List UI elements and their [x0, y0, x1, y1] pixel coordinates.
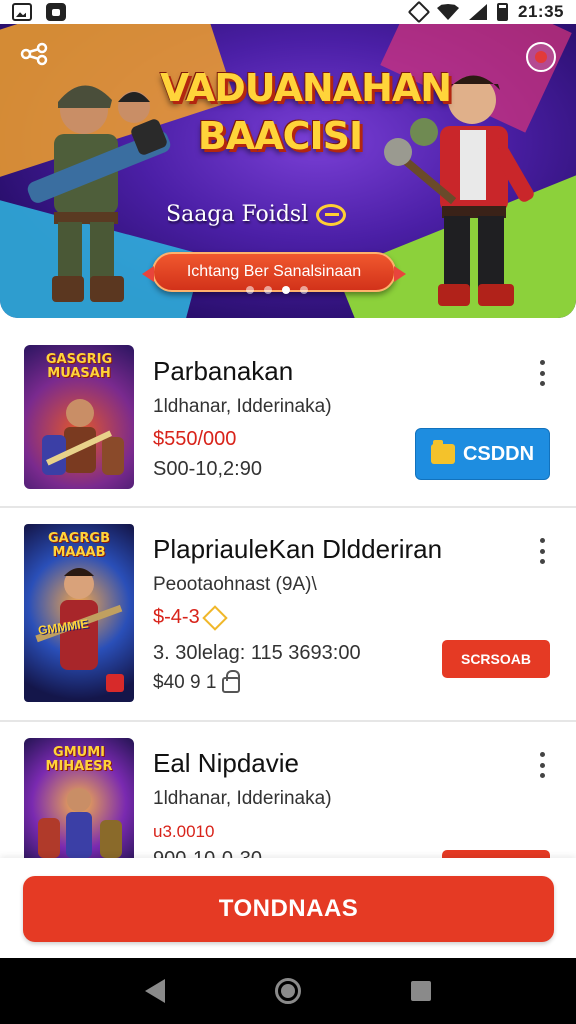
item-action-button[interactable]: CSDDN — [415, 428, 550, 480]
item-action-button[interactable]: SCRSOAB — [442, 640, 550, 678]
item-meta: Peootaohnast (9A)\ — [153, 574, 317, 595]
bottom-action-area: TONDNAAS — [0, 858, 576, 958]
list-item[interactable]: GMUMI MIHAESR Eal Nipdavie 1ldhanar, Idd… — [0, 722, 576, 858]
thumbnail-title: GASGRIG MUASAH — [45, 352, 113, 381]
item-title[interactable]: PlapriauleKan Dldderiran — [153, 534, 442, 565]
carousel-dot[interactable] — [246, 286, 254, 294]
promo-banner[interactable]: VADUANAHAN BAACISI Saaga Foidsl Ichtang … — [0, 24, 576, 318]
lock-icon — [222, 670, 241, 693]
game-thumbnail[interactable]: GAGRGB MAAAB GMMMIE — [24, 524, 134, 702]
item-action-button[interactable] — [442, 850, 550, 858]
carousel-dot-active[interactable] — [282, 286, 290, 294]
item-meta: 1ldhanar, Idderinaka) — [153, 396, 332, 417]
coin-icon — [201, 604, 228, 631]
item-title[interactable]: Eal Nipdavie — [153, 748, 299, 779]
banner-title: VADUANAHAN BAACISI — [160, 66, 452, 158]
list-item[interactable]: GAGRGB MAAAB GMMMIE PlapriauleKan Dldder… — [0, 508, 576, 720]
thumbnail-title: GMUMI MIHAESR — [45, 745, 113, 774]
banner-subtitle-text: Saaga Foidsl — [166, 202, 309, 227]
cat-app-icon — [46, 3, 66, 21]
arrow-circle-icon — [316, 203, 347, 226]
nav-recent-icon[interactable] — [411, 981, 431, 1001]
item-extra: $40 9 1 — [153, 670, 241, 694]
game-list: GASGRIG MUASAH Parbanakan 1ldhanar, Idde… — [0, 330, 576, 858]
kebab-menu-icon[interactable] — [536, 538, 548, 564]
carousel-dots — [246, 286, 308, 294]
nav-back-icon[interactable] — [145, 979, 165, 1003]
status-bar: 21:35 — [0, 0, 576, 24]
item-extra-text: $40 9 1 — [153, 672, 217, 693]
kebab-menu-icon[interactable] — [536, 752, 548, 778]
game-thumbnail[interactable]: GMUMI MIHAESR — [24, 738, 134, 858]
carousel-dot[interactable] — [300, 286, 308, 294]
game-thumbnail[interactable]: GASGRIG MUASAH — [24, 345, 134, 489]
photo-icon — [12, 3, 32, 21]
favorite-icon[interactable] — [526, 42, 556, 72]
item-title[interactable]: Parbanakan — [153, 356, 293, 387]
item-meta: 1ldhanar, Idderinaka) — [153, 788, 332, 809]
item-date: 3. 30lelag: 115 3693:00 — [153, 642, 361, 664]
banner-subtitle: Saaga Foidsl — [166, 202, 386, 227]
wifi-icon — [437, 4, 460, 20]
vibrate-icon — [407, 0, 431, 24]
item-price: $-4-3 — [153, 606, 200, 628]
nav-home-icon[interactable] — [275, 978, 301, 1004]
list-item[interactable]: GASGRIG MUASAH Parbanakan 1ldhanar, Idde… — [0, 330, 576, 506]
item-price: $550/000 — [153, 428, 237, 450]
item-action-label: CSDDN — [462, 442, 535, 465]
item-price: u3.0010 — [153, 822, 215, 841]
item-date: 900-10-0-30 — [153, 848, 262, 858]
kebab-menu-icon[interactable] — [536, 360, 548, 386]
primary-cta-button[interactable]: TONDNAAS — [23, 876, 554, 942]
battery-icon — [497, 3, 509, 21]
system-nav-bar — [0, 958, 576, 1024]
item-date: S00-10,2:90 — [153, 458, 262, 480]
status-time: 21:35 — [518, 2, 564, 21]
signal-icon — [469, 4, 488, 20]
carousel-dot[interactable] — [264, 286, 272, 294]
folder-icon — [430, 440, 455, 464]
item-price-row: $-4-3 — [153, 604, 228, 631]
app-screen: 21:35 VADUANAHAN BAACISI Saaga Foidsl Ic… — [0, 0, 576, 1024]
share-icon[interactable] — [20, 42, 50, 66]
thumbnail-title: GAGRGB MAAAB — [48, 531, 110, 560]
